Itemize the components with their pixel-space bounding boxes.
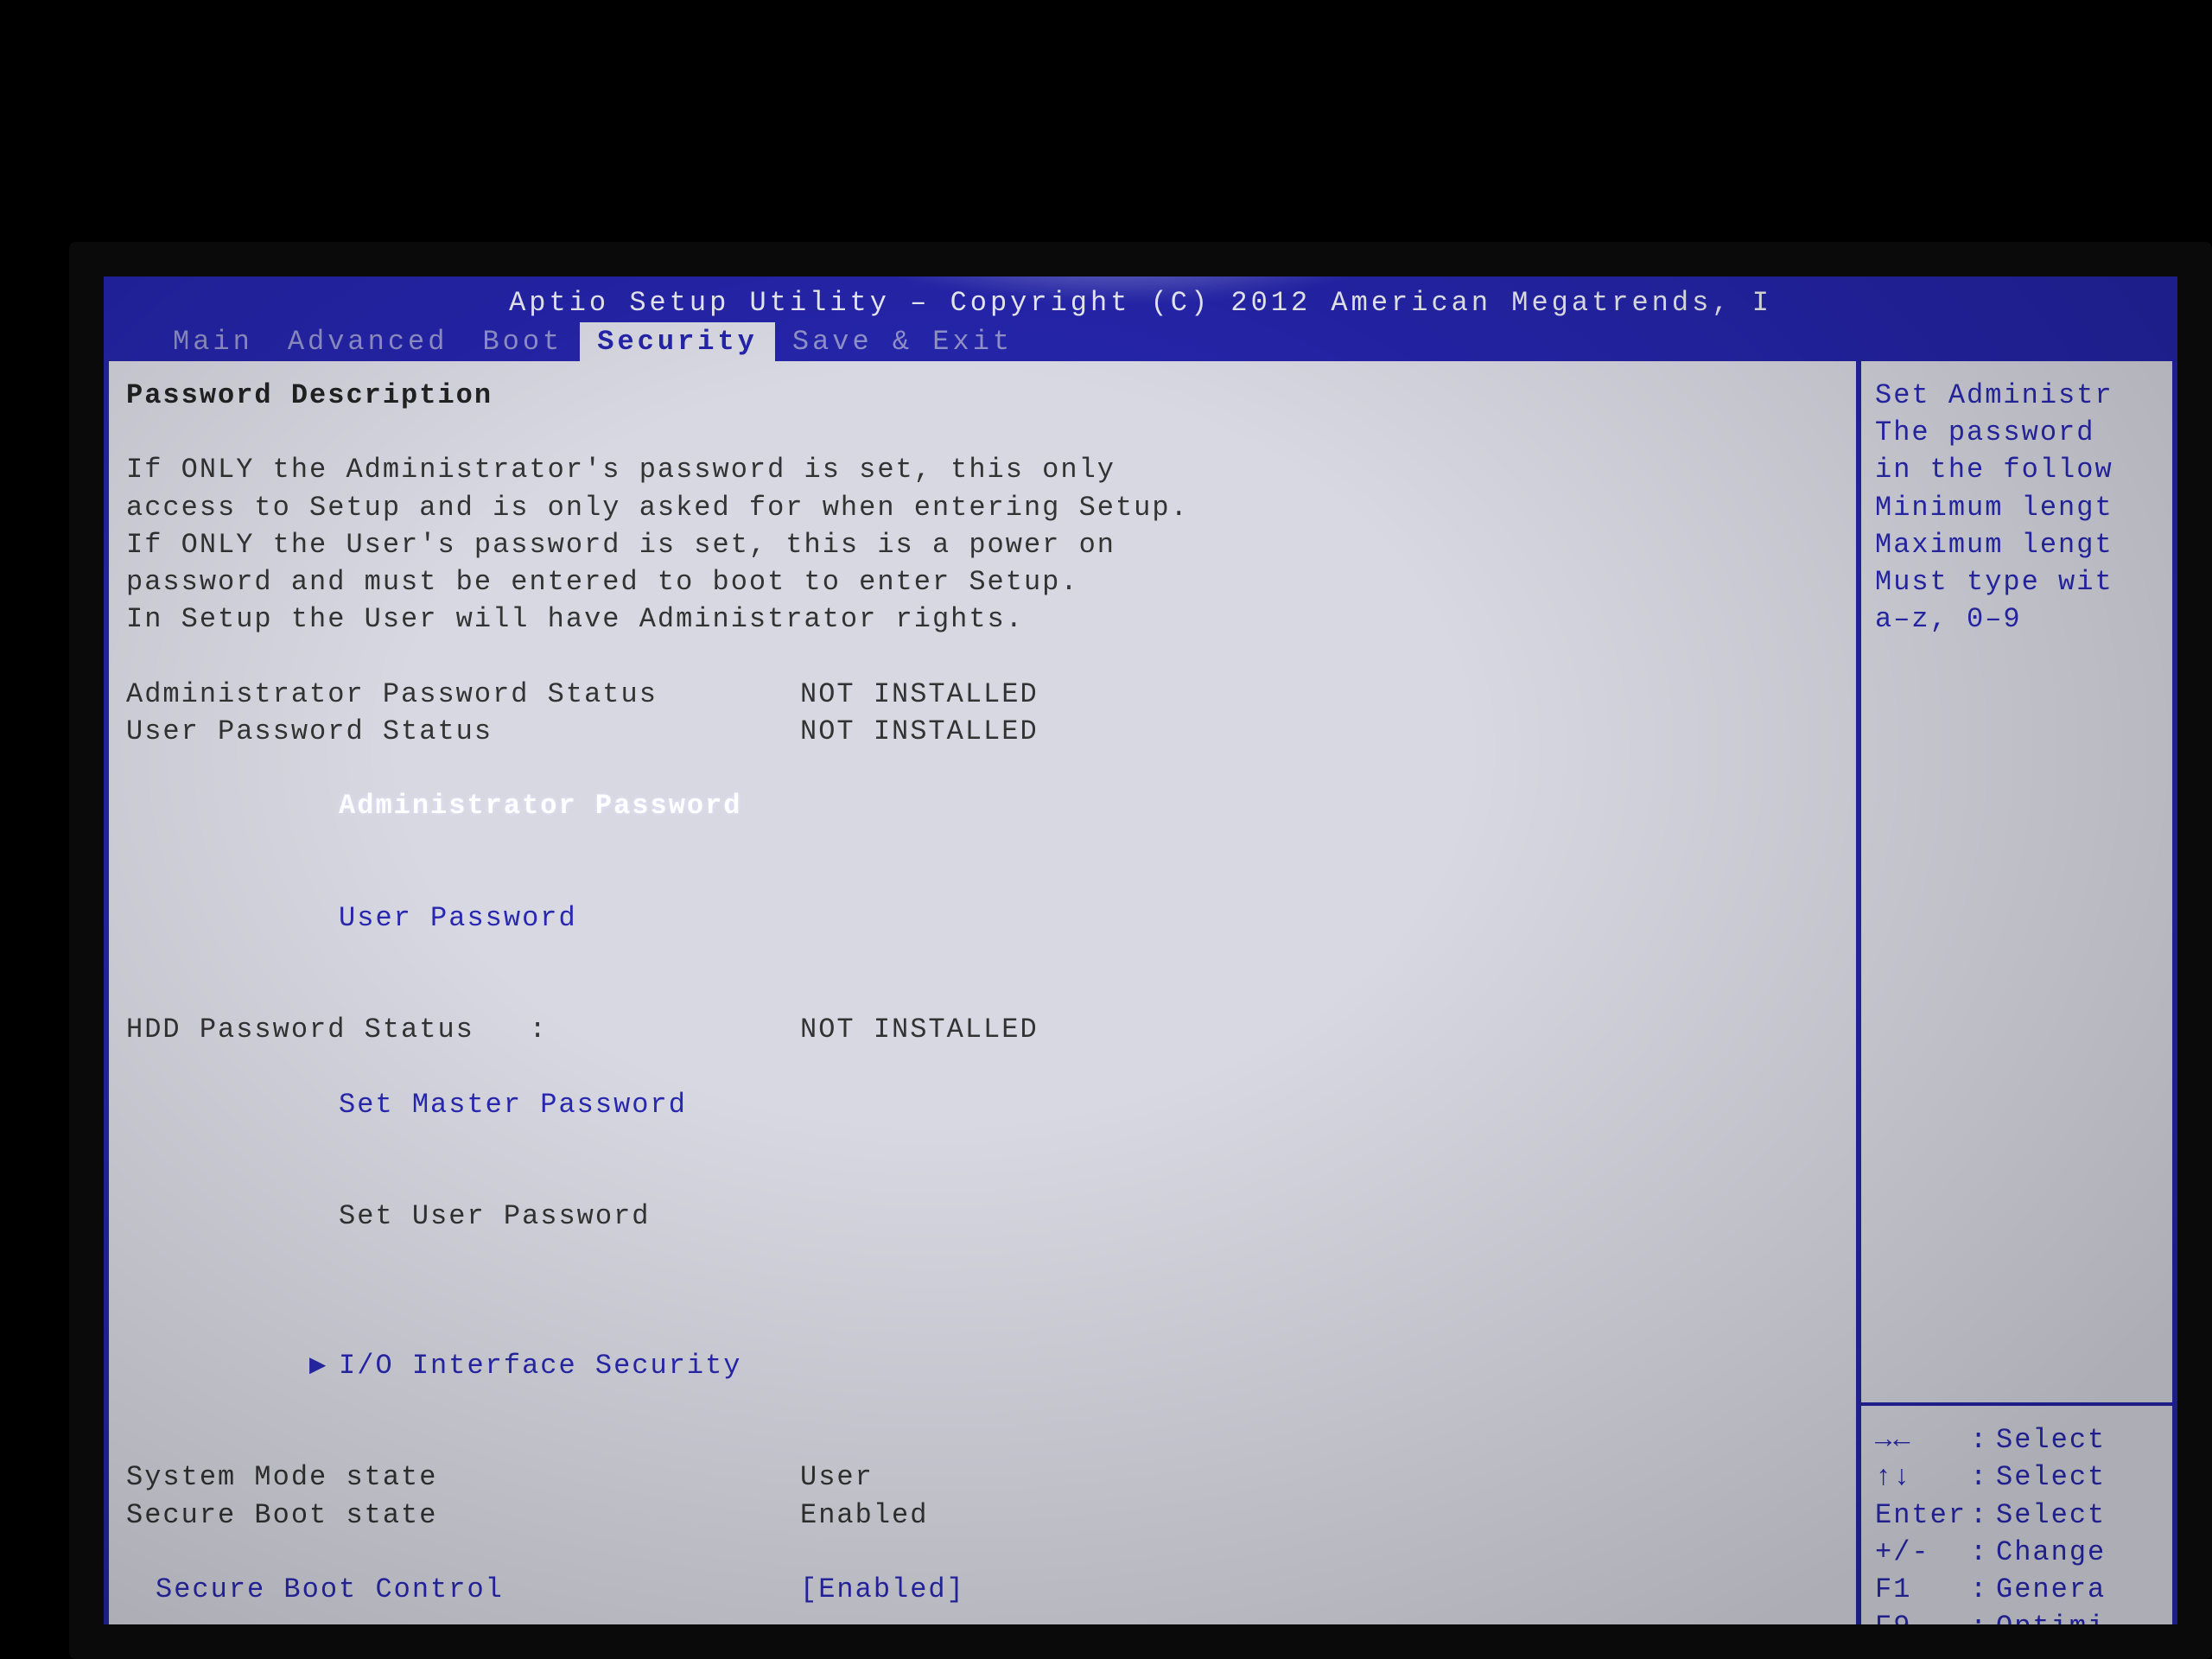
tab-save-exit[interactable]: Save & Exit	[775, 322, 1030, 361]
tab-main[interactable]: Main	[156, 322, 270, 361]
desc-line: If ONLY the User's password is set, this…	[126, 526, 1839, 563]
value: NOT INSTALLED	[800, 676, 1839, 713]
legend-row: Enter:Select	[1875, 1497, 2158, 1534]
help-text: Set Administr The password in the follow…	[1861, 361, 2172, 653]
desc-line: In Setup the User will have Administrato…	[126, 601, 1839, 638]
desc-line: password and must be entered to boot to …	[126, 563, 1839, 601]
body-area: Password Description If ONLY the Adminis…	[104, 361, 2177, 1659]
bios-screen: Aptio Setup Utility – Copyright (C) 2012…	[104, 276, 2177, 1624]
help-line: Set Administr	[1875, 377, 2158, 414]
submenu-icon: ▶	[309, 1645, 339, 1659]
item-admin-pw-status: Administrator Password Status NOT INSTAL…	[126, 676, 1839, 713]
tab-boot[interactable]: Boot	[465, 322, 580, 361]
item-io-interface-security[interactable]: ▶I/O Interface Security	[126, 1310, 1839, 1422]
label: User Password Status	[126, 713, 800, 750]
legend-row: F10:Save &	[1875, 1645, 2158, 1659]
label: Key Management	[339, 1648, 595, 1659]
help-line: a–z, 0–9	[1875, 601, 2158, 638]
side-panel: Set Administr The password in the follow…	[1861, 361, 2172, 1659]
legend-row: →←:Select	[1875, 1421, 2158, 1459]
item-set-master-password[interactable]: Set Master Password	[126, 1048, 1839, 1160]
main-panel: Password Description If ONLY the Adminis…	[109, 361, 1861, 1659]
value: User	[800, 1459, 1839, 1496]
tab-security[interactable]: Security	[580, 322, 775, 361]
legend-row: ↑↓:Select	[1875, 1459, 2158, 1496]
key-legend: →←:Select ↑↓:Select Enter:Select +/-:Cha…	[1861, 1406, 2172, 1659]
item-user-password[interactable]: User Password	[126, 861, 1839, 974]
label: Administrator Password	[339, 790, 741, 822]
value: [Enabled]	[800, 1571, 1839, 1608]
help-line: Minimum lengt	[1875, 489, 2158, 526]
tab-advanced[interactable]: Advanced	[270, 322, 466, 361]
legend-row: F9:Optimi	[1875, 1608, 2158, 1645]
item-secure-boot-state: Secure Boot state Enabled	[126, 1497, 1839, 1534]
tab-row: Main Advanced Boot Security Save & Exit	[104, 322, 2177, 361]
help-line: Must type wit	[1875, 563, 2158, 601]
value: NOT INSTALLED	[800, 1011, 1839, 1048]
label: Secure Boot state	[126, 1497, 800, 1534]
value: Enabled	[800, 1497, 1839, 1534]
item-hdd-pw-status: HDD Password Status : NOT INSTALLED	[126, 1011, 1839, 1048]
label: Administrator Password Status	[126, 676, 800, 713]
label: Set User Password	[339, 1200, 650, 1232]
item-administrator-password[interactable]: Administrator Password	[126, 750, 1839, 862]
item-user-pw-status: User Password Status NOT INSTALLED	[126, 713, 1839, 750]
item-secure-boot-control[interactable]: Secure Boot Control [Enabled]	[126, 1571, 1839, 1608]
help-line: Maximum lengt	[1875, 526, 2158, 563]
value: NOT INSTALLED	[800, 713, 1839, 750]
item-set-user-password[interactable]: Set User Password	[126, 1160, 1839, 1273]
section-heading: Password Description	[126, 377, 1839, 414]
desc-line: access to Setup and is only asked for wh…	[126, 489, 1839, 526]
item-system-mode-state: System Mode state User	[126, 1459, 1839, 1496]
label: HDD Password Status :	[126, 1011, 800, 1048]
header-bar: Aptio Setup Utility – Copyright (C) 2012…	[104, 276, 2177, 361]
label: Set Master Password	[339, 1089, 687, 1121]
item-key-management[interactable]: ▶Key Management	[126, 1608, 1839, 1659]
help-line: in the follow	[1875, 451, 2158, 488]
bios-title: Aptio Setup Utility – Copyright (C) 2012…	[104, 283, 2177, 322]
legend-row: F1:Genera	[1875, 1571, 2158, 1608]
legend-row: +/-:Change	[1875, 1534, 2158, 1571]
label: Secure Boot Control	[156, 1573, 504, 1605]
help-line: The password	[1875, 414, 2158, 451]
desc-line: If ONLY the Administrator's password is …	[126, 451, 1839, 488]
submenu-icon: ▶	[309, 1347, 339, 1384]
label: User Password	[339, 902, 577, 934]
label: I/O Interface Security	[339, 1350, 741, 1382]
label: System Mode state	[126, 1459, 800, 1496]
